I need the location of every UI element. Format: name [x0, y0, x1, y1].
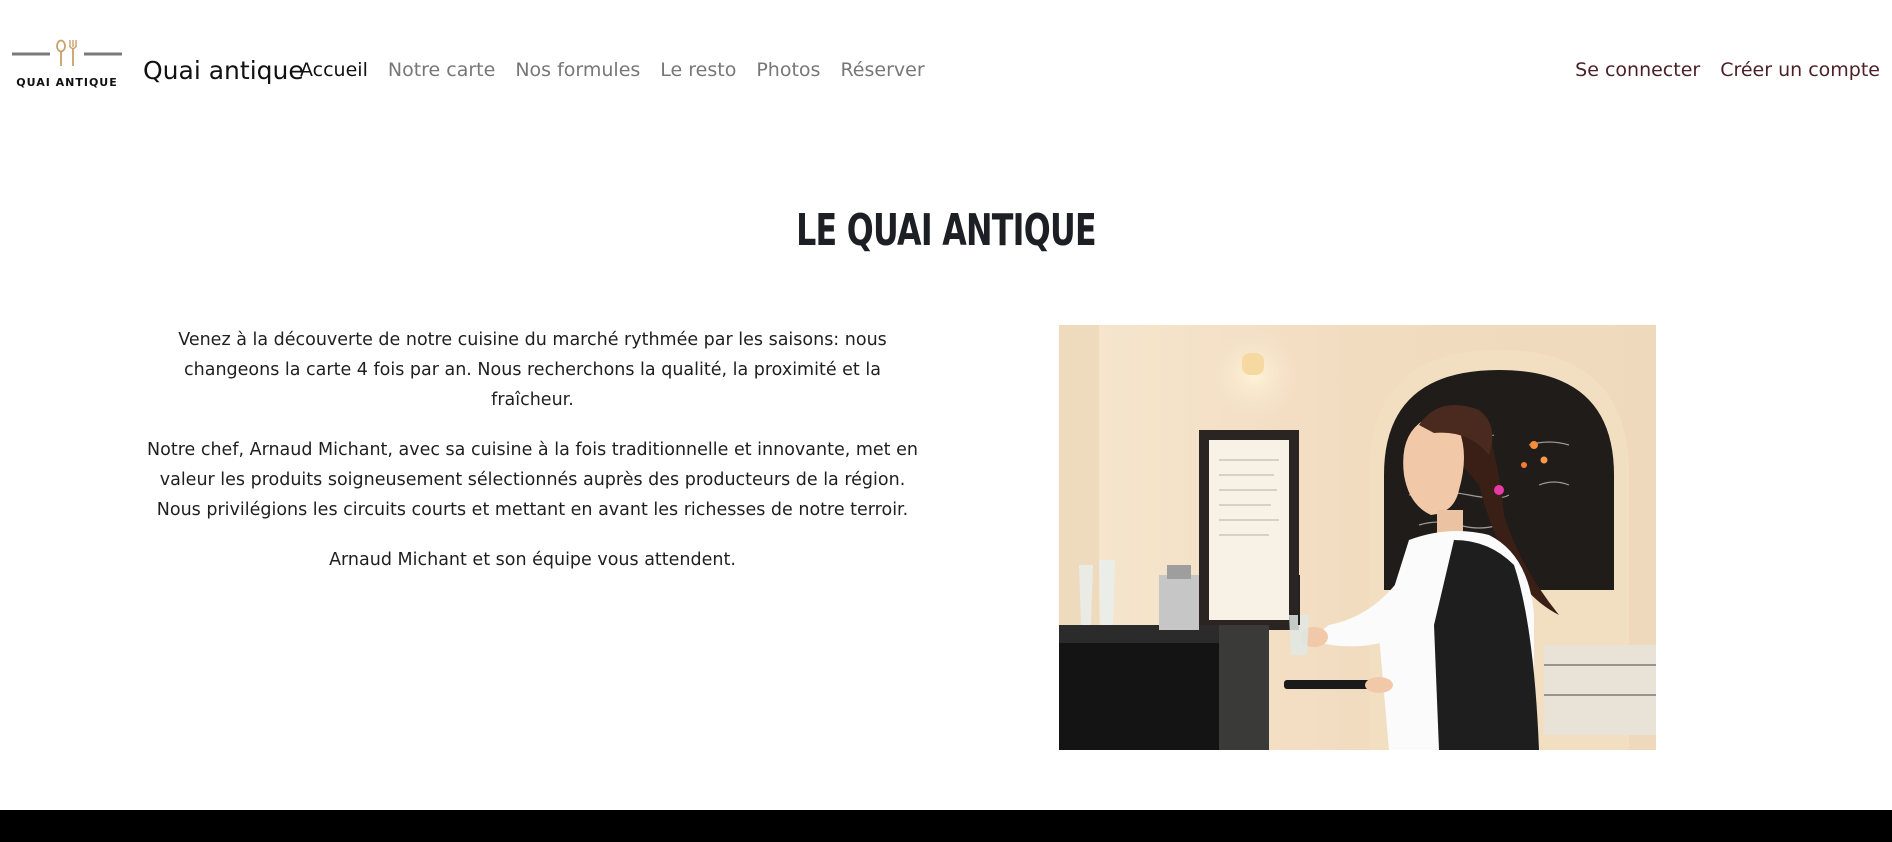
page-title: LE QUAI ANTIQUE — [796, 205, 1097, 256]
intro-paragraph-2: Notre chef, Arnaud Michant, avec sa cuis… — [147, 440, 918, 520]
site-logo[interactable]: QUAI ANTIQUE — [12, 38, 122, 92]
account-nav: Se connecter Créer un compte — [1555, 58, 1880, 82]
logo-text: QUAI ANTIQUE — [16, 76, 118, 89]
nav-link-accueil[interactable]: Accueil — [300, 58, 368, 82]
navbar: QUAI ANTIQUE Quai antique Accueil Notre … — [0, 0, 1892, 140]
footer-bar — [0, 810, 1892, 842]
intro-paragraph-3: Arnaud Michant et son équipe vous attend… — [329, 550, 736, 570]
intro-text: Venez à la découverte de notre cuisine d… — [140, 325, 925, 595]
intro-paragraph-1: Venez à la découverte de notre cuisine d… — [178, 330, 887, 410]
nav-link-le-resto[interactable]: Le resto — [660, 58, 736, 82]
nav-link-nos-formules[interactable]: Nos formules — [515, 58, 640, 82]
nav-link-photos[interactable]: Photos — [756, 58, 820, 82]
restaurant-waitress-photo — [1059, 325, 1656, 750]
nav-link-reserver[interactable]: Réserver — [840, 58, 924, 82]
fork-knife-logo-icon — [12, 39, 122, 66]
waitress-photo-illustration — [1059, 325, 1656, 750]
main-nav: Accueil Notre carte Nos formules Le rest… — [300, 58, 945, 82]
login-link[interactable]: Se connecter — [1575, 58, 1700, 82]
nav-link-notre-carte[interactable]: Notre carte — [388, 58, 495, 82]
brand-name[interactable]: Quai antique — [143, 56, 304, 86]
register-link[interactable]: Créer un compte — [1720, 58, 1880, 82]
